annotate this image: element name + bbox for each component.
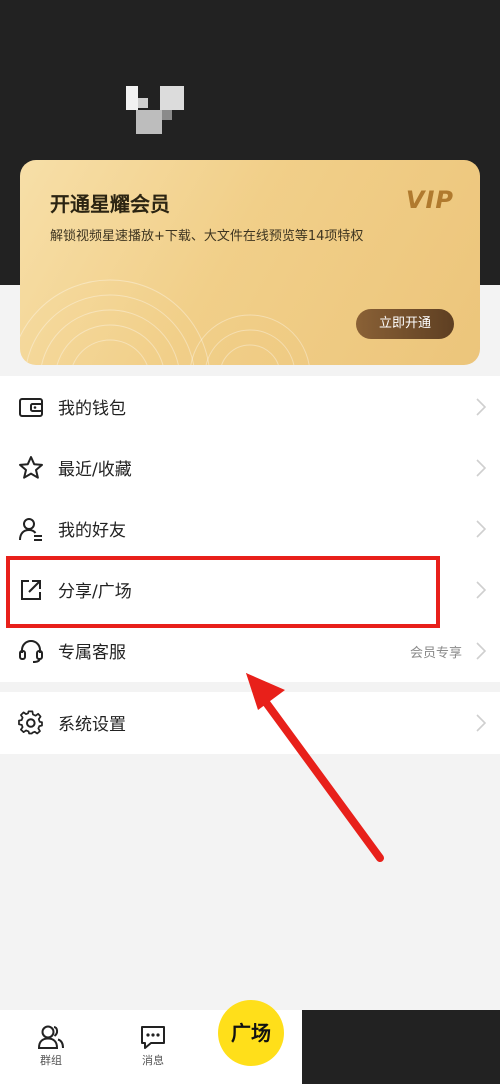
tab-label: 消息 [142, 1054, 164, 1067]
square-tab-button[interactable]: 广场 [218, 1000, 284, 1066]
group-icon [37, 1025, 64, 1049]
message-icon [141, 1026, 165, 1049]
annotation-arrow [246, 673, 384, 862]
tabbar-dark-panel [302, 1010, 500, 1084]
tab-label: 群组 [40, 1054, 62, 1067]
tab-messages[interactable]: 消息 [123, 1018, 183, 1078]
tab-group[interactable]: 群组 [21, 1018, 81, 1078]
